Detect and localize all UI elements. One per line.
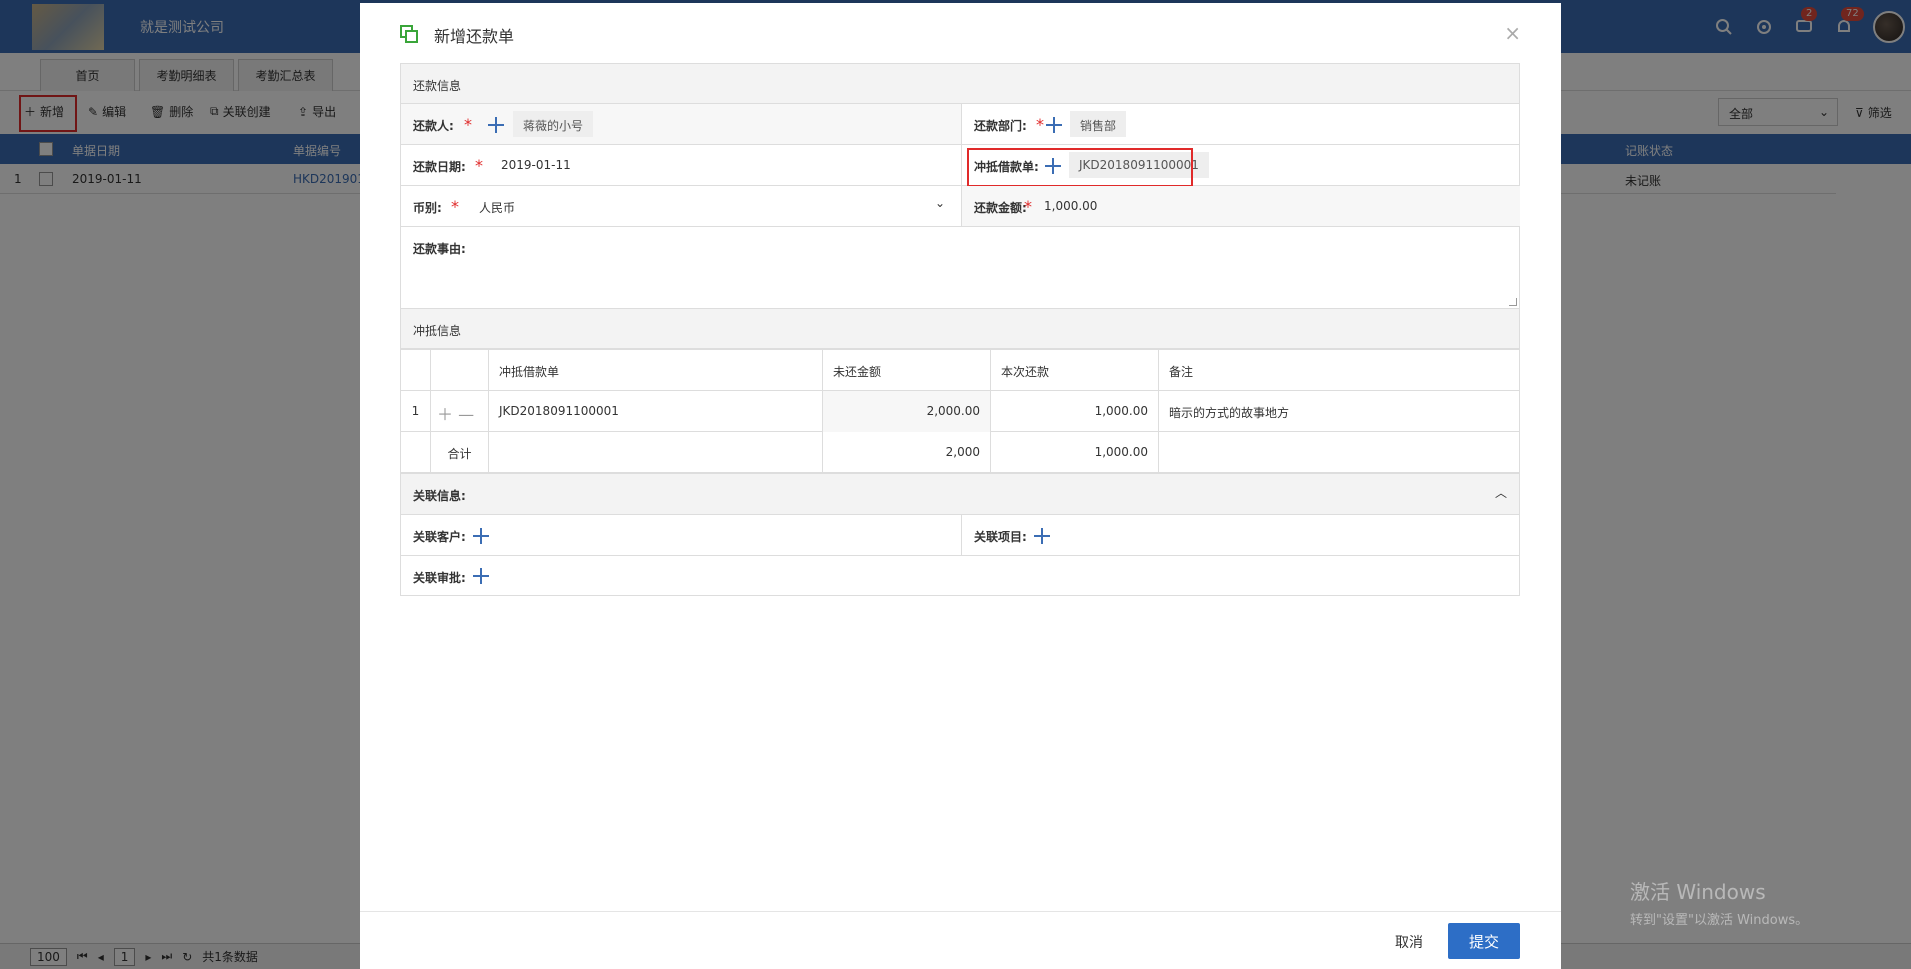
row-index: 1 — [401, 391, 431, 432]
required-mark: * — [1024, 197, 1032, 216]
add-related-project-icon[interactable] — [1034, 528, 1050, 544]
related-approval-label: 关联审批: — [413, 571, 466, 585]
offset-table-header: 冲抵借款单 未还金额 本次还款 备注 — [401, 350, 1519, 391]
col-offset-bill: 冲抵借款单 — [489, 350, 823, 391]
repayer-label: 还款人: — [413, 119, 454, 133]
modal-header: 新增还款单 × — [360, 3, 1561, 63]
cell-this-payment[interactable]: 1,000.00 — [991, 391, 1159, 432]
chevron-down-icon[interactable]: ⌄ — [935, 196, 945, 210]
section-repay-info: 还款信息 — [400, 63, 1520, 104]
reason-row: 还款事由: — [400, 227, 1520, 309]
dept-chip[interactable]: 销售部 — [1070, 111, 1127, 137]
col-this-payment: 本次还款 — [991, 350, 1159, 391]
cell-offset-bill[interactable]: JKD2018091100001 — [489, 391, 823, 432]
related-project-label: 关联项目: — [974, 530, 1027, 544]
required-mark: * — [451, 197, 459, 216]
modal-footer: 取消 提交 — [360, 911, 1561, 969]
cancel-button[interactable]: 取消 — [1395, 932, 1423, 952]
modal-title: 新增还款单 — [434, 27, 515, 46]
currency-label: 币别: — [413, 201, 442, 215]
form-row-2: 还款日期: * 2019-01-11 冲抵借款单: JKD201809110000… — [400, 145, 1520, 186]
offset-table: 冲抵借款单 未还金额 本次还款 备注 1 ＋ — JKD201809110000… — [400, 349, 1520, 473]
add-row-icon[interactable]: ＋ — [437, 405, 453, 424]
offset-highlight — [967, 148, 1193, 187]
app-background: 就是测试公司 2 72 首页 考勤明细表 考勤汇总表 ＋新增 ✎编辑 🗑删除 ⧉… — [0, 0, 1911, 969]
total-unpaid: 2,000 — [823, 432, 991, 473]
col-unpaid: 未还金额 — [823, 350, 991, 391]
cell-unpaid: 2,000.00 — [823, 391, 991, 432]
repayment-modal: 新增还款单 × 还款信息 还款人: * 蒋薇的小号 还款部门: * 销售部 还款日期… — [360, 3, 1561, 969]
add-related-approval-icon[interactable] — [473, 568, 489, 584]
close-icon[interactable]: × — [1504, 21, 1521, 45]
required-mark: * — [475, 156, 483, 175]
cell-remark[interactable]: 暗示的方式的故事地方 — [1159, 391, 1519, 432]
reason-textarea[interactable] — [401, 227, 1519, 308]
add-repayer-icon[interactable] — [488, 117, 504, 133]
windows-watermark: 激活 Windows 转到"设置"以激活 Windows。 — [1630, 880, 1809, 928]
amount-label: 还款金额: — [974, 201, 1027, 215]
amount-value: 1,000.00 — [1044, 199, 1098, 213]
col-remark: 备注 — [1169, 365, 1194, 379]
chevron-up-icon[interactable]: ︿ — [1495, 484, 1507, 501]
section-related-info[interactable]: 关联信息: ︿ — [400, 473, 1520, 515]
section-offset-info: 冲抵信息 — [400, 309, 1520, 349]
form-row-1: 还款人: * 蒋薇的小号 还款部门: * 销售部 — [400, 104, 1520, 145]
table-row: 1 ＋ — JKD2018091100001 2,000.00 1,000.00… — [401, 391, 1519, 432]
remove-row-icon[interactable]: — — [458, 405, 474, 424]
form-row-3: 币别: * 人民币 ⌄ 还款金额: * 1,000.00 — [400, 186, 1520, 227]
dept-label: 还款部门: — [974, 119, 1027, 133]
required-mark: * — [464, 115, 472, 134]
add-dept-icon[interactable] — [1046, 117, 1062, 133]
document-icon — [400, 25, 418, 43]
date-input[interactable]: 2019-01-11 — [501, 158, 571, 172]
required-mark: * — [1036, 115, 1044, 134]
related-row-1: 关联客户: 关联项目: — [400, 515, 1520, 556]
total-this-payment: 1,000.00 — [991, 432, 1159, 473]
repayer-chip[interactable]: 蒋薇的小号 — [513, 111, 594, 137]
related-customer-label: 关联客户: — [413, 530, 466, 544]
total-label: 合计 — [431, 432, 489, 473]
submit-button[interactable]: 提交 — [1448, 923, 1520, 959]
related-row-2: 关联审批: — [400, 556, 1520, 596]
currency-select[interactable]: 人民币 — [479, 199, 515, 216]
add-related-customer-icon[interactable] — [473, 528, 489, 544]
date-label: 还款日期: — [413, 160, 466, 174]
table-total-row: 合计 2,000 1,000.00 — [401, 432, 1519, 473]
